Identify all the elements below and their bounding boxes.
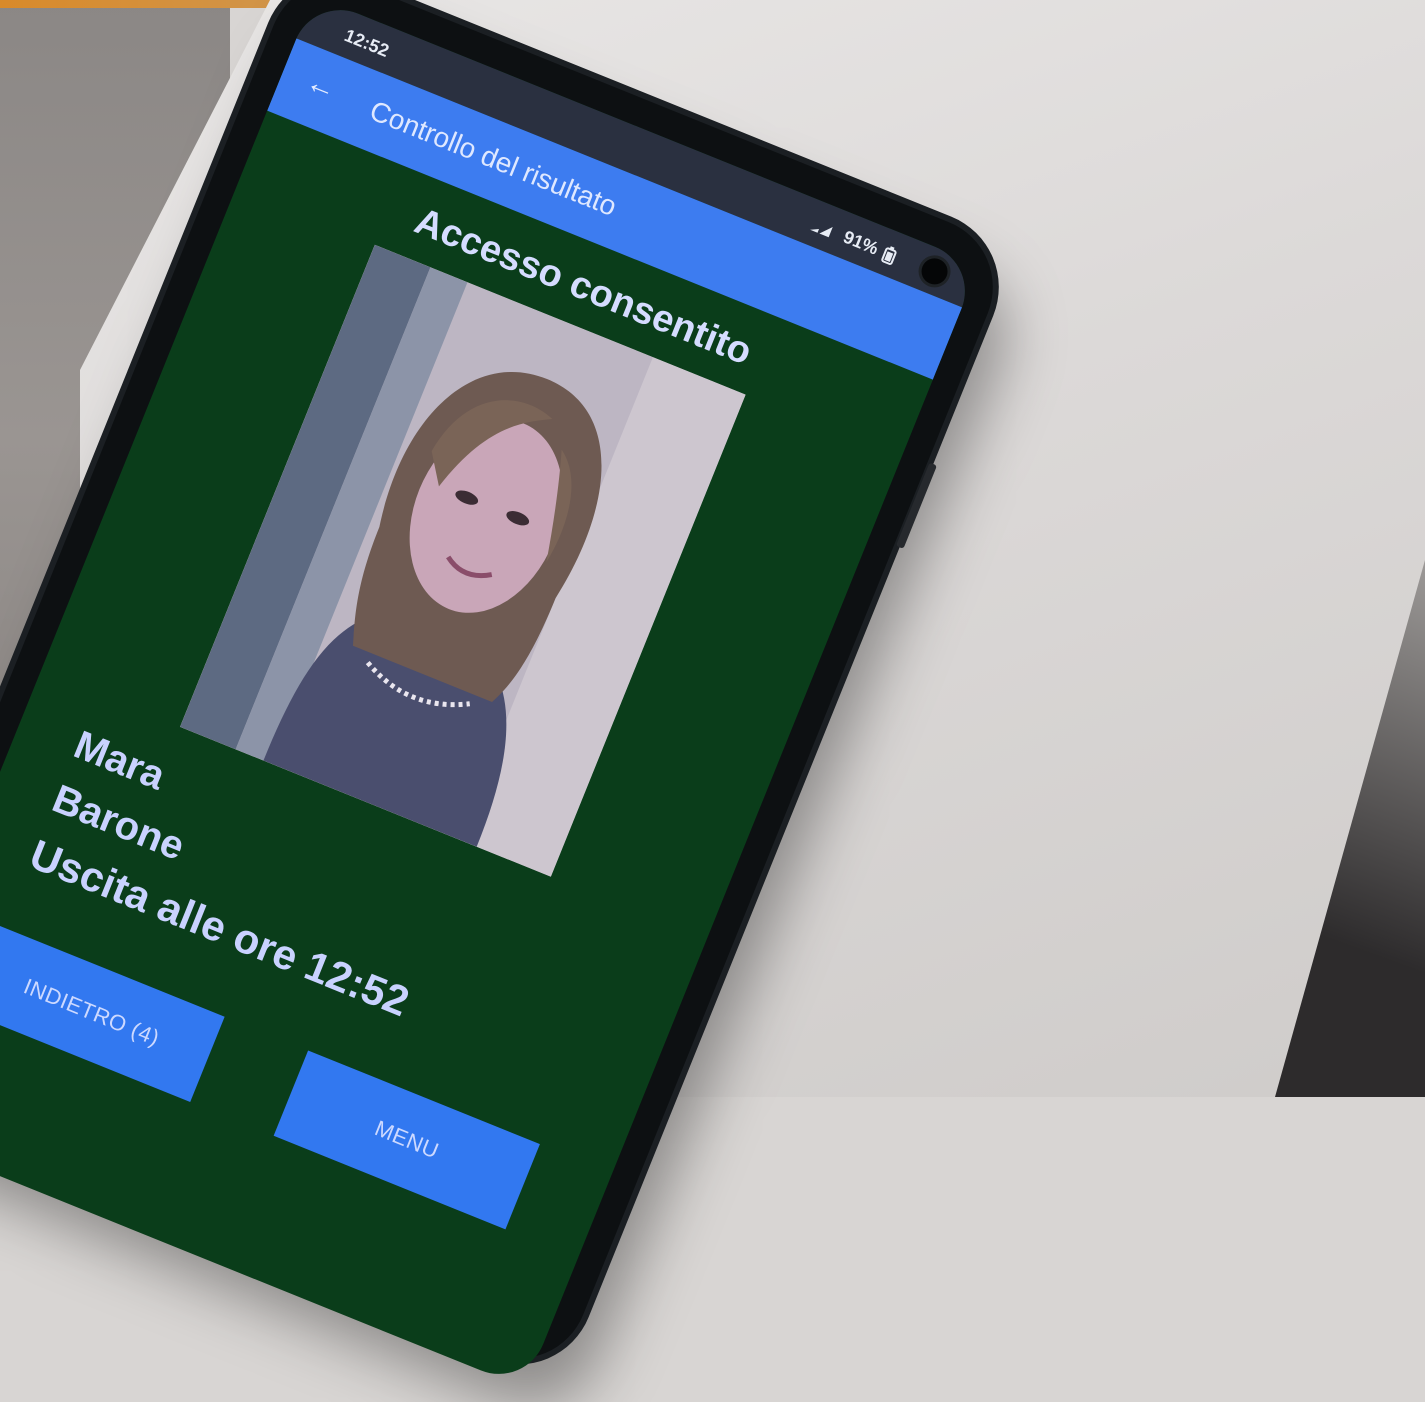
menu-button[interactable]: MENU bbox=[273, 1050, 540, 1230]
front-camera bbox=[917, 254, 952, 289]
arrow-left-icon[interactable]: ← bbox=[301, 65, 341, 108]
battery-percent: 91% bbox=[840, 226, 882, 259]
signal-icon bbox=[810, 226, 833, 237]
status-time: 12:52 bbox=[341, 25, 392, 61]
battery-icon bbox=[881, 245, 897, 265]
back-button[interactable]: INDIETRO (4) bbox=[0, 923, 225, 1103]
